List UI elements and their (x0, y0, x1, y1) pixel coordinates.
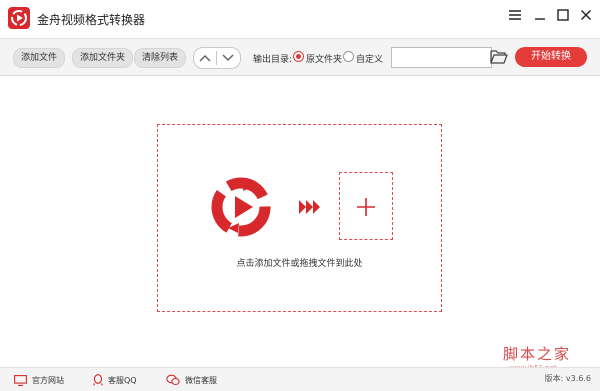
move-down-button[interactable] (217, 48, 239, 68)
status-bar: 官方网站 客服QQ 微信客服 版本: v3.6.6 (0, 367, 600, 391)
move-up-button[interactable] (194, 48, 216, 68)
drop-hint-text: 点击添加文件或拖拽文件到此处 (236, 259, 363, 269)
wechat-icon (166, 374, 180, 386)
monitor-icon (14, 374, 27, 386)
version-text: 版本: v3.6.6 (544, 374, 591, 383)
output-path-input[interactable] (391, 47, 492, 68)
official-website-label: 官方网站 (32, 375, 64, 385)
video-convert-logo-icon (206, 172, 276, 246)
start-convert-button[interactable]: 开始转换 (515, 47, 587, 67)
wechat-support-link[interactable]: 微信客服 (166, 373, 217, 387)
watermark-text: 脚本之家 (503, 345, 572, 363)
add-folder-button[interactable]: 添加文件夹 (72, 48, 134, 68)
title-bar: 金舟视频格式转换器 (0, 0, 600, 38)
official-website-link[interactable]: 官方网站 (14, 373, 64, 387)
toolbar: 添加文件 添加文件夹 清除列表 输出目录: 原文件夹 自定义 开始转换 (0, 38, 600, 76)
add-file-button[interactable]: 添加文件 (13, 48, 66, 68)
radio-original-folder-label[interactable]: 原文件夹 (306, 52, 342, 65)
plus-icon (357, 198, 375, 216)
app-logo-icon (8, 7, 30, 29)
file-drop-zone[interactable]: 点击添加文件或拖拽文件到此处 (157, 124, 442, 312)
chevron-down-icon (222, 54, 234, 62)
fast-forward-icon (299, 199, 323, 218)
add-file-box[interactable] (339, 172, 393, 240)
close-icon[interactable] (576, 5, 596, 25)
radio-custom-label[interactable]: 自定义 (356, 52, 383, 65)
clear-list-button[interactable]: 清除列表 (134, 48, 187, 68)
qq-icon (93, 374, 103, 386)
menu-icon[interactable] (505, 5, 525, 25)
wechat-support-label: 微信客服 (185, 375, 217, 385)
maximize-icon[interactable] (553, 5, 573, 25)
folder-open-icon[interactable] (490, 49, 508, 65)
qq-support-label: 客服QQ (108, 375, 137, 385)
chevron-up-icon (199, 54, 211, 62)
app-title: 金舟视频格式转换器 (37, 13, 146, 27)
minimize-icon[interactable] (530, 5, 550, 25)
radio-custom[interactable] (343, 51, 354, 62)
output-dir-label: 输出目录: (253, 55, 293, 65)
radio-original-folder[interactable] (293, 51, 304, 62)
qq-support-link[interactable]: 客服QQ (93, 373, 137, 387)
move-order-group (193, 47, 241, 69)
